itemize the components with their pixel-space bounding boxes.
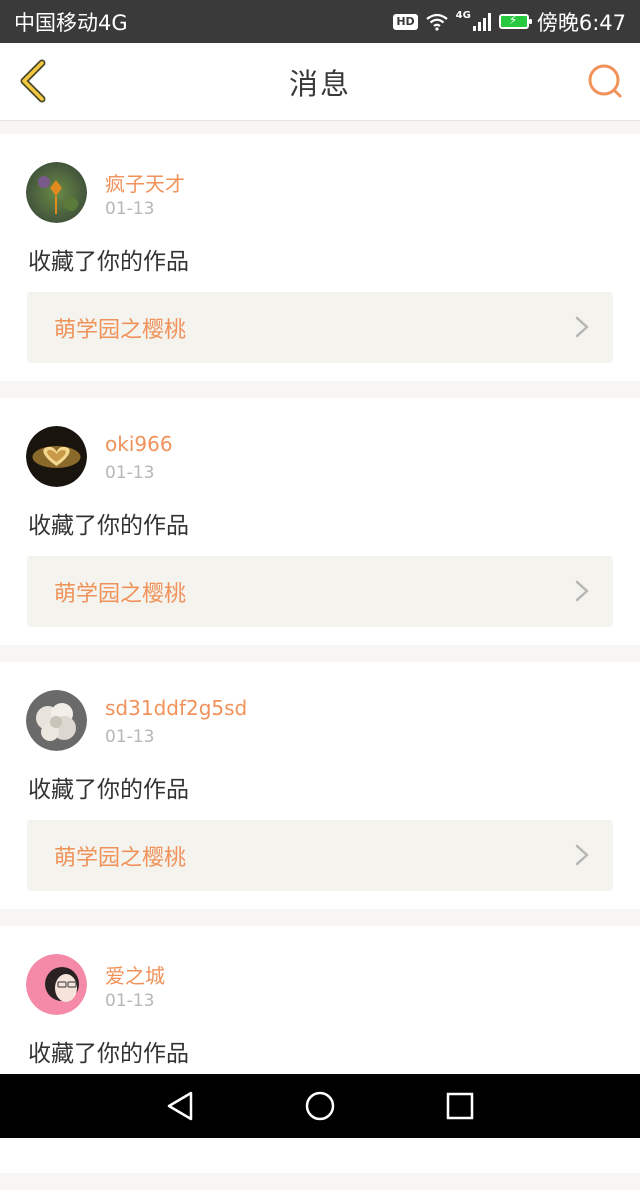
work-link[interactable]: 萌学园之樱桃 — [27, 292, 613, 363]
notification-action: 收藏了你的作品 — [28, 1041, 189, 1067]
nav-home-button[interactable] — [300, 1086, 340, 1126]
nav-back-button[interactable] — [160, 1086, 200, 1126]
work-title: 萌学园之樱桃 — [54, 845, 187, 871]
chevron-right-icon — [575, 580, 589, 602]
page-title: 消息 — [288, 66, 351, 101]
status-bar: 中国移动4G HD 4G ⚡ 傍晚6:47 — [0, 0, 640, 43]
network-type-label: 4G — [455, 10, 471, 21]
work-title: 萌学园之樱桃 — [54, 581, 187, 607]
status-icons: HD 4G ⚡ 傍晚6:47 — [393, 7, 626, 37]
notification-action: 收藏了你的作品 — [28, 249, 189, 275]
notification-action: 收藏了你的作品 — [28, 777, 189, 803]
carrier-label: 中国移动4G — [14, 10, 128, 35]
user-avatar[interactable] — [26, 426, 87, 487]
notification-card: 疯子天才 01-13 收藏了你的作品 萌学园之樱桃 — [0, 134, 640, 381]
signal-icon — [472, 12, 491, 31]
work-title: 萌学园之樱桃 — [54, 317, 187, 343]
username[interactable]: sd31ddf2g5sd — [105, 696, 247, 720]
hd-icon: HD — [393, 13, 418, 30]
app-header: 消息 — [0, 43, 640, 121]
work-link[interactable]: 萌学园之樱桃 — [27, 820, 613, 891]
chevron-right-icon — [575, 316, 589, 338]
search-icon[interactable] — [584, 59, 628, 103]
notification-card: sd31ddf2g5sd 01-13 收藏了你的作品 萌学园之樱桃 — [0, 662, 640, 909]
back-icon[interactable] — [12, 57, 60, 105]
notification-action: 收藏了你的作品 — [28, 513, 189, 539]
system-nav-bar — [0, 1074, 640, 1138]
notification-card: oki966 01-13 收藏了你的作品 萌学园之樱桃 — [0, 398, 640, 645]
username[interactable]: oki966 — [105, 432, 173, 456]
square-recents-icon — [446, 1092, 474, 1120]
notification-list: 疯子天才 01-13 收藏了你的作品 萌学园之樱桃 oki966 01-13 收… — [0, 134, 640, 1190]
notification-date: 01-13 — [105, 463, 155, 483]
notification-date: 01-13 — [105, 991, 155, 1011]
notification-date: 01-13 — [105, 199, 155, 219]
work-link[interactable]: 萌学园之樱桃 — [27, 556, 613, 627]
circle-home-icon — [305, 1091, 335, 1121]
nav-recents-button[interactable] — [440, 1086, 480, 1126]
chevron-right-icon — [575, 844, 589, 866]
username[interactable]: 爱之城 — [105, 960, 165, 989]
clock: 傍晚6:47 — [536, 10, 626, 35]
username[interactable]: 疯子天才 — [105, 168, 185, 197]
wifi-icon — [425, 13, 448, 31]
triangle-back-icon — [167, 1091, 193, 1121]
notification-date: 01-13 — [105, 727, 155, 747]
user-avatar[interactable] — [26, 690, 87, 751]
user-avatar[interactable] — [26, 162, 87, 223]
user-avatar[interactable] — [26, 954, 87, 1015]
battery-icon: ⚡ — [498, 13, 532, 29]
